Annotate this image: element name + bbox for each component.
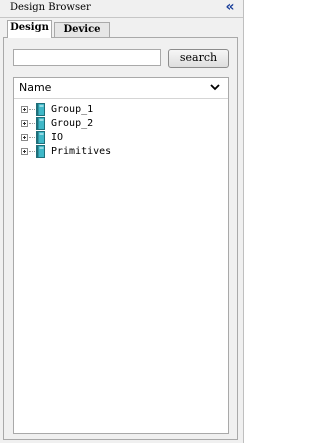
- tree-item-label: Primitives: [51, 146, 112, 157]
- panel-title: Design Browser: [10, 2, 91, 13]
- expand-plus-icon[interactable]: [21, 148, 28, 155]
- design-tab-content: search Name Group_1 Group_2 IO Primitive…: [3, 37, 238, 440]
- search-input[interactable]: [13, 49, 161, 66]
- double-chevron-left-icon[interactable]: «: [223, 0, 237, 15]
- tab-design[interactable]: Design: [7, 20, 52, 38]
- tree-item-label: Group_1: [51, 104, 94, 115]
- tree-item-io[interactable]: IO: [21, 131, 221, 145]
- tree-connector: [29, 109, 35, 111]
- tree-item-label: Group_2: [51, 118, 94, 129]
- book-icon: [36, 131, 45, 144]
- column-header-name: Name: [19, 81, 52, 94]
- tree-column-header[interactable]: Name: [14, 78, 228, 99]
- tree-connector: [29, 123, 35, 125]
- book-icon: [36, 145, 45, 158]
- book-icon: [36, 103, 45, 116]
- design-tree: Name Group_1 Group_2 IO Primitives: [13, 77, 229, 434]
- tree-connector: [29, 151, 35, 153]
- book-icon: [36, 117, 45, 130]
- chevron-down-icon[interactable]: [210, 81, 220, 93]
- tree-connector: [29, 137, 35, 139]
- design-browser-panel: Design Browser « Design Device search Na…: [0, 0, 244, 443]
- tree-item-group-1[interactable]: Group_1: [21, 103, 221, 117]
- tree-item-primitives[interactable]: Primitives: [21, 145, 221, 159]
- expand-plus-icon[interactable]: [21, 106, 28, 113]
- expand-plus-icon[interactable]: [21, 134, 28, 141]
- panel-titlebar: Design Browser «: [0, 0, 243, 18]
- search-button[interactable]: search: [168, 49, 229, 68]
- expand-plus-icon[interactable]: [21, 120, 28, 127]
- tree-item-group-2[interactable]: Group_2: [21, 117, 221, 131]
- tab-device[interactable]: Device: [54, 22, 110, 38]
- tree-item-label: IO: [51, 132, 64, 143]
